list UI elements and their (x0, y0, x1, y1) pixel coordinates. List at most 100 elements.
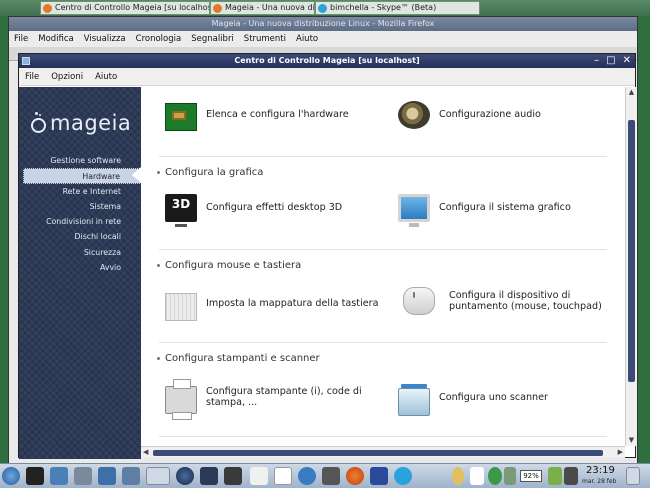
firefox-menubar: File Modifica Visualizza Cronologia Segn… (9, 31, 637, 47)
gimp-icon[interactable] (224, 467, 242, 485)
skype-icon (318, 4, 327, 13)
clock-date: mar. 28 feb (582, 478, 617, 485)
item-label: Configura il dispositivo di puntamento (… (449, 289, 602, 313)
network-icon[interactable] (452, 467, 464, 485)
item-3d-effects[interactable]: 3D Configura effetti desktop 3D (165, 194, 385, 227)
item-keyboard-layout[interactable]: Imposta la mappatura della tastiera (165, 287, 385, 321)
globe-icon[interactable] (298, 467, 316, 485)
section-title: Configura stampanti e scanner (165, 353, 320, 364)
ff-menu-cronologia[interactable]: Cronologia (136, 31, 182, 47)
maximize-button[interactable]: □ (606, 54, 615, 68)
bullet-icon (157, 170, 160, 174)
bullet-icon (157, 263, 160, 267)
firefox-title-bar: Mageia - Una nuova distribuzione Linux -… (9, 17, 637, 31)
section-title: Configura mouse e tastiera (165, 260, 302, 271)
ff-menu-file[interactable]: File (14, 31, 28, 47)
window-menubar: File Opzioni Aiuto (19, 68, 635, 86)
horizontal-scrollbar[interactable]: ◀ ▶ (141, 446, 625, 458)
skype-icon[interactable] (394, 467, 412, 485)
close-button[interactable]: ✕ (623, 54, 631, 68)
desktop-icon[interactable] (122, 467, 140, 485)
file-manager-icon[interactable] (98, 467, 116, 485)
sidebar-nav: Gestione software Hardware Rete e Intern… (19, 153, 141, 275)
task-tab-label: Centro di Controllo Mageia [su localhost… (55, 3, 210, 12)
section-header-input: Configura mouse e tastiera (157, 260, 301, 271)
item-scanner-config[interactable]: Configura uno scanner (398, 380, 618, 416)
menu-opzioni[interactable]: Opzioni (51, 68, 83, 85)
system-monitor-icon[interactable] (50, 467, 68, 485)
start-menu-icon[interactable] (2, 467, 20, 485)
editor-icon[interactable] (250, 467, 268, 485)
separator (159, 436, 607, 437)
taskbar: 92% 23:19 mar. 28 feb (0, 463, 650, 488)
volume-icon[interactable] (504, 467, 516, 485)
item-label: Configura stampante (i), code di stampa,… (206, 385, 362, 409)
item-pointer-device[interactable]: Configura il dispositivo di puntamento (… (398, 287, 613, 315)
clock-time[interactable]: 23:19 (586, 465, 615, 476)
document-icon[interactable] (274, 467, 292, 485)
item-hardware-list[interactable]: Elenca e configura l'hardware (165, 101, 385, 131)
scanner-icon (398, 384, 430, 416)
keyboard-icon (165, 293, 197, 321)
ff-menu-visualizza[interactable]: Visualizza (84, 31, 126, 47)
menu-aiuto[interactable]: Aiuto (95, 68, 117, 85)
scrollbar-thumb[interactable] (153, 450, 603, 456)
task-tab-skype[interactable]: bimchella - Skype™ (Beta) (315, 1, 480, 15)
top-task-strip: Centro di Controllo Mageia [su localhost… (0, 0, 650, 16)
task-tab-label: bimchella - Skype™ (Beta) (330, 3, 437, 12)
window-controls: – □ ✕ (594, 54, 631, 68)
chat-icon[interactable] (322, 467, 340, 485)
battery-indicator[interactable]: 92% (520, 470, 542, 482)
sidebar-item-dischi-locali[interactable]: Dischi locali (19, 229, 141, 244)
sidebar-item-sistema[interactable]: Sistema (19, 199, 141, 214)
mageia-logo: mageia (31, 111, 131, 135)
vertical-scrollbar[interactable]: ▲ ▼ (625, 87, 637, 446)
scroll-right-icon[interactable]: ▶ (618, 447, 623, 458)
task-tab-firefox[interactable]: Mageia - Una nuova distribuzione Linux -… (210, 1, 315, 15)
workspace-switcher-icon[interactable] (146, 467, 170, 485)
task-tab-control-center[interactable]: Centro di Controllo Mageia [su localhost… (40, 1, 210, 15)
sidebar-item-hardware[interactable]: Hardware (23, 168, 141, 184)
tray-icon[interactable] (564, 467, 578, 485)
separator (159, 156, 607, 157)
menu-file[interactable]: File (25, 68, 39, 85)
wifi-icon[interactable] (470, 467, 484, 485)
show-desktop-icon[interactable] (626, 467, 640, 485)
terminal-icon[interactable] (26, 467, 44, 485)
item-audio[interactable]: Configurazione audio (398, 101, 618, 129)
item-label: Imposta la mappatura della tastiera (206, 298, 379, 310)
task-tab-label: Mageia - Una nuova distribuzione Linux -… (225, 3, 315, 12)
tray-icon[interactable] (548, 467, 562, 485)
sidebar: mageia Gestione software Hardware Rete e… (19, 87, 141, 459)
active-pointer-arrow (132, 167, 141, 183)
app-icon[interactable] (370, 467, 388, 485)
scroll-left-icon[interactable]: ◀ (143, 447, 148, 458)
sidebar-item-avvio[interactable]: Avvio (19, 260, 141, 275)
item-graphics-system[interactable]: Configura il sistema grafico (398, 194, 618, 227)
scroll-up-icon[interactable]: ▲ (626, 87, 637, 98)
speaker-icon (398, 101, 430, 129)
ff-menu-strumenti[interactable]: Strumenti (244, 31, 286, 47)
item-printer-config[interactable]: Configura stampante (i), code di stampa,… (165, 379, 385, 420)
ff-menu-segnalibri[interactable]: Segnalibri (191, 31, 234, 47)
minimize-button[interactable]: – (594, 54, 599, 68)
browser-globe-icon[interactable] (176, 467, 194, 485)
sidebar-item-condivisioni[interactable]: Condivisioni in rete (19, 214, 141, 229)
sidebar-item-gestione-software[interactable]: Gestione software (19, 153, 141, 168)
section-header-printers: Configura stampanti e scanner (157, 353, 320, 364)
sidebar-item-rete-internet[interactable]: Rete e Internet (19, 184, 141, 199)
bullet-icon (157, 356, 160, 360)
scroll-down-icon[interactable]: ▼ (626, 435, 637, 446)
update-icon[interactable] (488, 467, 502, 485)
item-label: Elenca e configura l'hardware (206, 109, 349, 121)
hardware-card-icon (165, 103, 197, 131)
window-title-bar[interactable]: Centro di Controllo Mageia [su localhost… (19, 54, 635, 68)
sidebar-item-sicurezza[interactable]: Sicurezza (19, 245, 141, 260)
scrollbar-thumb[interactable] (628, 120, 635, 382)
firefox-icon[interactable] (346, 467, 364, 485)
ff-menu-aiuto[interactable]: Aiuto (296, 31, 318, 47)
window-title: Centro di Controllo Mageia [su localhost… (234, 56, 420, 65)
ff-menu-modifica[interactable]: Modifica (38, 31, 74, 47)
tools-icon[interactable] (74, 467, 92, 485)
mageia-icon[interactable] (200, 467, 218, 485)
